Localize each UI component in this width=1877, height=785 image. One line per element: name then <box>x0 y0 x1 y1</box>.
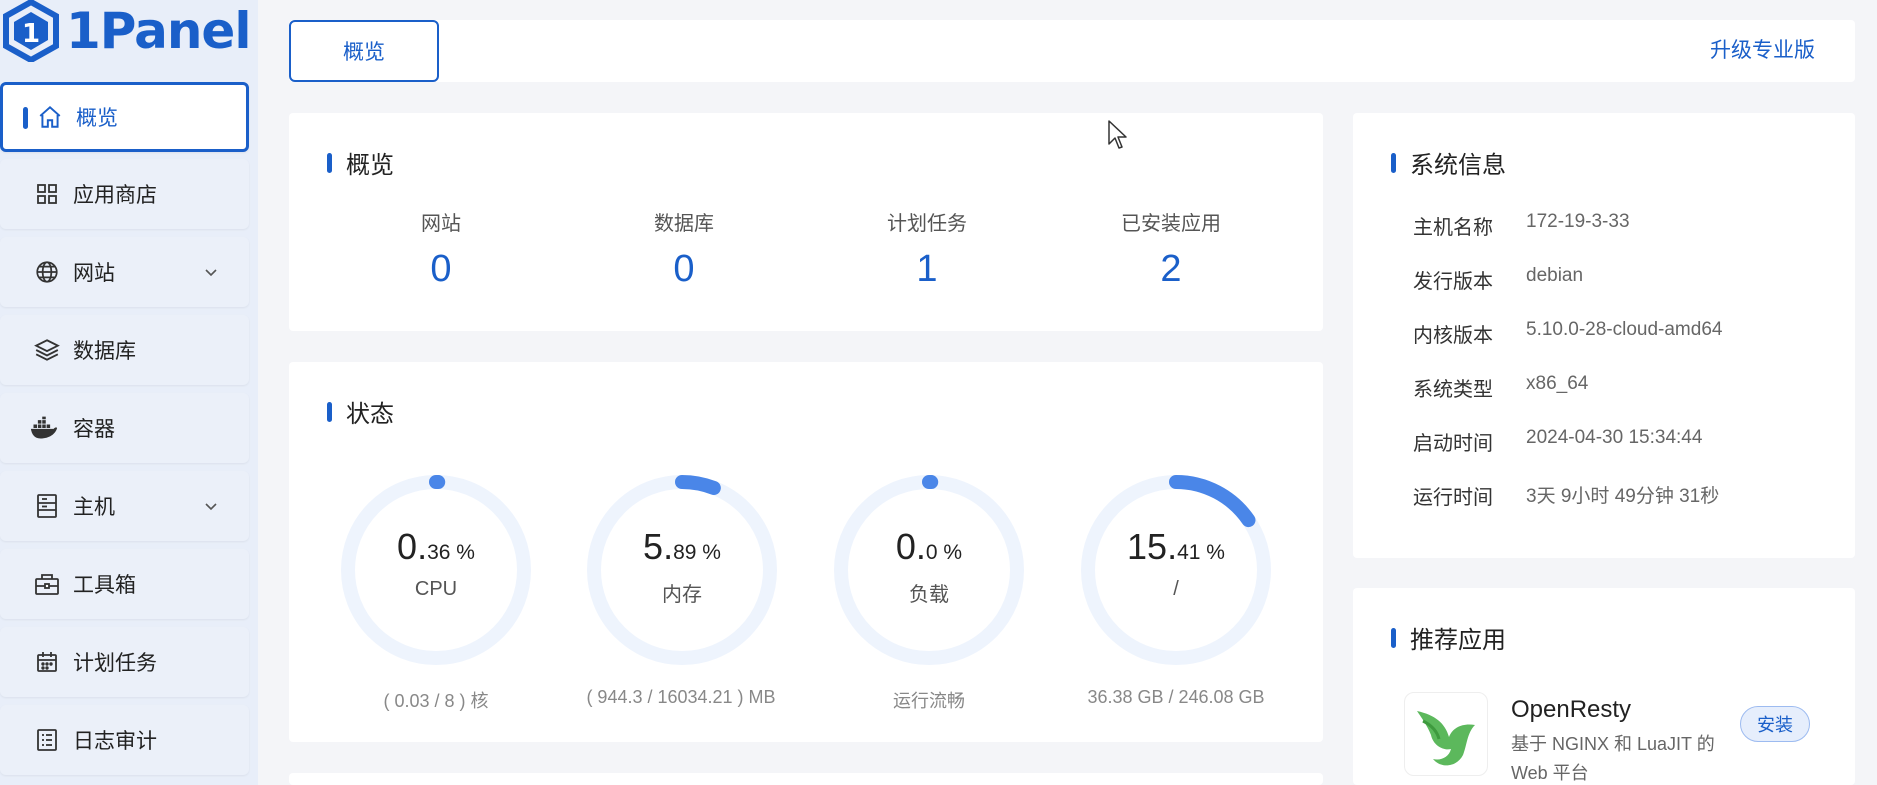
load-gauge[interactable]: 0.0 % 负载 <box>829 470 1029 670</box>
sidebar-item-overview[interactable]: 概览 <box>0 82 249 152</box>
sidebar-item-label: 应用商店 <box>73 184 157 207</box>
stat-value[interactable]: 0 <box>341 248 541 291</box>
sidebar: 1 1Panel 概览 应用商店 网站 数据库 容器 主机 工具箱 计划任务 日… <box>0 0 258 785</box>
title-indicator <box>1391 627 1396 648</box>
info-row-boot-time: 启动时间 2024-04-30 15:34:44 <box>1413 427 1703 455</box>
stat-label: 计划任务 <box>887 213 967 235</box>
gauge-label: 负载 <box>909 584 949 606</box>
memory-gauge[interactable]: 5.89 % 内存 <box>582 470 782 670</box>
sidebar-item-website[interactable]: 网站 <box>0 237 249 307</box>
next-card-edge <box>289 773 1323 785</box>
gauge-value: 0.36 % <box>397 526 475 567</box>
card-title: 概览 <box>327 145 394 180</box>
sidebar-item-host[interactable]: 主机 <box>0 471 249 541</box>
info-row-distro: 发行版本 debian <box>1413 265 1584 293</box>
stat-label: 网站 <box>421 213 461 235</box>
log-icon <box>33 726 61 754</box>
brand-name: 1Panel <box>66 2 251 60</box>
logo-hexagon-icon: 1 <box>3 0 59 62</box>
gauge-label: 内存 <box>662 584 702 606</box>
sidebar-item-label: 数据库 <box>73 340 136 363</box>
sidebar-item-label: 容器 <box>73 418 115 441</box>
stat-label: 数据库 <box>654 213 714 235</box>
grid-icon <box>33 180 61 208</box>
info-row-uptime: 运行时间 3天 9小时 49分钟 31秒 <box>1413 486 1720 509</box>
brand-logo[interactable]: 1 1Panel <box>2 0 251 62</box>
gauge-value: 5.89 % <box>643 526 721 567</box>
svg-text:1: 1 <box>22 19 40 49</box>
stat-databases[interactable]: 数据库 0 <box>584 207 784 291</box>
sidebar-item-label: 日志审计 <box>73 730 157 753</box>
stat-cron-tasks[interactable]: 计划任务 1 <box>827 207 1027 291</box>
sidebar-item-label: 网站 <box>73 262 115 285</box>
mouse-cursor-icon <box>1108 120 1127 149</box>
sidebar-item-label: 主机 <box>73 496 115 519</box>
layers-icon <box>33 336 61 364</box>
recommended-apps-card: 推荐应用 OpenResty 基于 NGINX 和 LuaJIT 的 Web 平… <box>1353 588 1855 785</box>
globe-icon <box>33 258 61 286</box>
title-indicator <box>327 152 332 173</box>
toolbox-icon <box>33 570 61 598</box>
install-button[interactable]: 安装 <box>1740 706 1810 742</box>
active-indicator <box>23 107 28 129</box>
sidebar-item-label: 工具箱 <box>73 574 136 597</box>
openresty-logo-icon <box>1404 692 1488 776</box>
gauge-value: 15.41 % <box>1127 526 1225 567</box>
sidebar-item-database[interactable]: 数据库 <box>0 315 249 385</box>
overview-card: 概览 网站 0 数据库 0 计划任务 1 已安装应用 2 <box>289 113 1323 331</box>
docker-icon <box>30 414 58 442</box>
card-title: 推荐应用 <box>1391 620 1506 655</box>
chevron-down-icon <box>205 503 217 511</box>
title-indicator <box>327 401 332 422</box>
overview-title: 概览 <box>346 152 394 179</box>
sidebar-item-label: 概览 <box>76 107 118 130</box>
calendar-icon <box>33 648 61 676</box>
status-title: 状态 <box>346 401 394 428</box>
server-icon <box>33 492 61 520</box>
stat-websites[interactable]: 网站 0 <box>341 207 541 291</box>
gauge-label: CPU <box>414 578 458 600</box>
card-title: 系统信息 <box>1391 145 1506 180</box>
tab-overview[interactable]: 概览 <box>289 20 439 82</box>
gauge-label: / <box>1173 578 1179 600</box>
sidebar-item-appstore[interactable]: 应用商店 <box>0 159 249 229</box>
stat-installed-apps[interactable]: 已安装应用 2 <box>1071 207 1271 291</box>
status-card: 状态 0.36 % CPU ( 0.03 / 8 ) 核 5.89 % 内存 (… <box>289 362 1323 742</box>
load-detail: 运行流畅 <box>893 691 965 711</box>
stat-value[interactable]: 2 <box>1071 248 1271 291</box>
sidebar-item-cron[interactable]: 计划任务 <box>0 627 249 697</box>
stat-label: 已安装应用 <box>1121 213 1221 235</box>
sidebar-item-toolbox[interactable]: 工具箱 <box>0 549 249 619</box>
sidebar-item-logs[interactable]: 日志审计 <box>0 705 249 775</box>
home-icon <box>36 103 64 131</box>
info-row-hostname: 主机名称 172-19-3-33 <box>1413 211 1630 239</box>
sidebar-item-label: 计划任务 <box>73 652 157 675</box>
stat-value[interactable]: 1 <box>827 248 1027 291</box>
gauge-ring <box>834 475 1024 665</box>
gauge-ring <box>341 475 531 665</box>
top-tab-bar: 概览 升级专业版 <box>289 20 1855 82</box>
system-info-card: 系统信息 主机名称 172-19-3-33 发行版本 debian 内核版本 5.10… <box>1353 113 1855 558</box>
memory-detail: ( 944.3 / 16034.21 ) MB <box>586 687 776 707</box>
gauge-value: 0.0 % <box>895 526 963 567</box>
info-row-arch: 系统类型 x86_64 <box>1413 373 1589 401</box>
info-row-kernel: 内核版本 5.10.0-28-cloud-amd64 <box>1413 319 1723 347</box>
upgrade-pro-link[interactable]: 升级专业版 <box>1710 20 1815 82</box>
sidebar-item-container[interactable]: 容器 <box>0 393 249 463</box>
cpu-detail: ( 0.03 / 8 ) 核 <box>383 691 489 711</box>
sysinfo-title: 系统信息 <box>1410 152 1506 179</box>
recommend-title: 推荐应用 <box>1410 627 1506 654</box>
gauge-ring <box>1081 475 1271 665</box>
card-title: 状态 <box>327 394 394 429</box>
title-indicator <box>1391 152 1396 173</box>
gauge-ring <box>587 475 777 665</box>
disk-detail: 36.38 GB / 246.08 GB <box>1087 687 1265 707</box>
app-description: 基于 NGINX 和 LuaJIT 的 Web 平台 <box>1511 734 1715 783</box>
disk-gauge[interactable]: 15.41 % / <box>1076 470 1276 670</box>
stat-value[interactable]: 0 <box>584 248 784 291</box>
app-name[interactable]: OpenResty <box>1511 696 1631 724</box>
cpu-gauge[interactable]: 0.36 % CPU <box>336 470 536 670</box>
chevron-down-icon <box>205 269 217 277</box>
